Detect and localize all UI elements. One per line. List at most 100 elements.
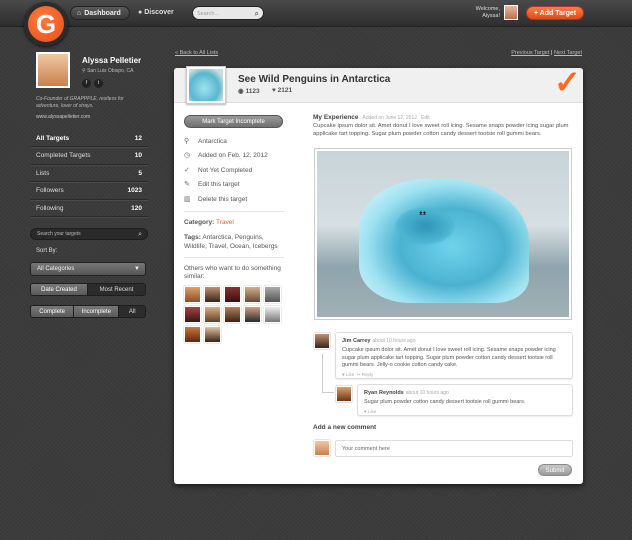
trash-icon: ▥ <box>184 196 191 203</box>
others-label: Others who want to do something similar: <box>184 265 281 280</box>
stat-label: Followers <box>36 187 64 195</box>
comment-input[interactable]: Your comment here <box>335 440 573 457</box>
experience-added: Added on June 12, 2012 <box>362 115 418 121</box>
other-user-avatar[interactable] <box>204 306 221 323</box>
comment-like[interactable]: Like <box>368 409 376 414</box>
comment-like[interactable]: Like <box>346 372 354 377</box>
facebook-icon[interactable]: f <box>82 79 91 88</box>
comment-actions: ♥ Like <box>364 409 566 414</box>
profile-location-text: San Luis Obispo, CA <box>87 68 134 74</box>
previous-target-link[interactable]: Previous Target <box>511 50 549 56</box>
other-user-avatar[interactable] <box>224 286 241 303</box>
tags-label: Tags: <box>184 234 201 241</box>
category-select[interactable]: All Categories ▼ <box>30 262 146 276</box>
target-category: Category: Travel <box>184 219 234 226</box>
edit-target-link[interactable]: ✎ Edit this target <box>184 180 284 194</box>
stat-following[interactable]: Following 120 <box>30 200 148 217</box>
sort-by-label: Sort By: <box>36 248 58 254</box>
comment-time: about 10 hours ago <box>405 390 449 396</box>
other-user-avatar[interactable] <box>184 286 201 303</box>
stat-completed-targets[interactable]: Completed Targets 10 <box>30 147 148 165</box>
delete-target-link[interactable]: ▥ Delete this target <box>184 195 284 209</box>
iceberg-shape <box>359 179 529 303</box>
other-user-avatar[interactable] <box>224 306 241 323</box>
penguins-glyph: ᴥᴥ <box>419 211 427 217</box>
other-user-avatar[interactable] <box>244 306 261 323</box>
target-location: ⚲ Antarctica <box>184 137 284 151</box>
filter-all[interactable]: All <box>119 306 145 317</box>
thumbs-up-icon: ♥ <box>342 371 345 377</box>
other-user-avatar[interactable] <box>264 306 281 323</box>
clock-icon: ◷ <box>184 152 191 159</box>
experience-edit-link[interactable]: Edit <box>421 115 430 121</box>
stat-followers[interactable]: Followers 1023 <box>30 182 148 200</box>
category-label: Category: <box>184 219 215 226</box>
experience-photo[interactable]: ᴥᴥ <box>314 148 572 320</box>
other-user-avatar[interactable] <box>204 326 221 343</box>
add-target-button[interactable]: + Add Target <box>526 6 584 20</box>
twitter-icon[interactable]: t <box>94 79 103 88</box>
comment-actions: ♥ Like ↪ Reply <box>342 372 566 378</box>
heart-icon: ♥ <box>272 87 276 94</box>
location-pin-icon: ⚲ <box>82 68 86 74</box>
comment-text: Sugar plum powder cotton candy dessert t… <box>364 399 526 405</box>
other-user-avatar[interactable] <box>244 286 261 303</box>
edit-target-label: Edit this target <box>198 181 240 188</box>
stat-lists[interactable]: Lists 5 <box>30 165 148 183</box>
other-user-avatar[interactable] <box>204 286 221 303</box>
submit-comment-button[interactable]: Submit <box>538 464 572 476</box>
views-count: ◉ 1123 <box>238 87 260 95</box>
experience-heading-row: My Experience Added on June 12, 2012 Edit <box>313 114 575 121</box>
next-target-link[interactable]: Next Target <box>554 50 582 56</box>
sort-most-recent[interactable]: Most Recent <box>88 284 145 295</box>
filter-incomplete[interactable]: Incomplete <box>74 306 120 317</box>
discover-link[interactable]: ● Discover <box>138 6 174 20</box>
welcome-line1: Welcome, <box>475 6 500 12</box>
target-added-date: ◷ Added on Feb. 12, 2012 <box>184 151 284 165</box>
grapple-logo[interactable]: G <box>24 2 68 46</box>
comment: Jim Carrey about 10 hours ago Cupcake ip… <box>335 332 573 379</box>
other-user-avatar[interactable] <box>184 326 201 343</box>
comment-text: Cupcake ipsum dolor sit. Amet donut I lo… <box>342 347 556 368</box>
reply-connector <box>322 354 334 393</box>
divider <box>184 211 284 212</box>
profile-location: ⚲ San Luis Obispo, CA <box>82 68 133 74</box>
dashboard-label: Dashboard <box>84 10 121 17</box>
target-location-text: Antarctica <box>198 138 227 145</box>
stat-all-targets[interactable]: All Targets 12 <box>30 130 148 148</box>
stats-list: All Targets 12 Completed Targets 10 Lists 5… <box>30 130 148 217</box>
comment-time: about 10 hours ago <box>372 338 416 344</box>
other-user-avatar[interactable] <box>264 286 281 303</box>
profile-avatar[interactable] <box>36 52 70 88</box>
discover-label: Discover <box>144 9 174 16</box>
discover-icon: ● <box>138 9 143 16</box>
thumbs-up-icon: ♥ <box>364 408 367 414</box>
target-thumbnail[interactable] <box>186 66 226 104</box>
comment-author[interactable]: Jim Carrey <box>342 338 370 344</box>
mark-incomplete-button[interactable]: Mark Target Incomplete <box>184 115 283 128</box>
iceberg-penguins-image: ᴥᴥ <box>317 151 569 317</box>
location-pin-icon: ⚲ <box>184 138 190 145</box>
dashboard-button[interactable]: ⌂ Dashboard <box>70 6 130 20</box>
comment-header: Jim Carrey about 10 hours ago <box>342 337 566 344</box>
add-comment-heading: Add a new comment <box>313 424 377 431</box>
back-to-lists-link[interactable]: « Back to All Lists <box>175 50 218 56</box>
comment-reply[interactable]: Reply <box>362 372 374 377</box>
likes-count[interactable]: ♥ 2121 <box>272 87 292 94</box>
stat-label: All Targets <box>36 135 70 142</box>
comment-author[interactable]: Ryan Reynolds <box>364 390 404 396</box>
profile-website[interactable]: www.alyssapelletier.com <box>36 114 90 120</box>
sort-date-created[interactable]: Date Created <box>31 284 89 295</box>
chevron-down-icon: ▼ <box>134 266 140 272</box>
other-user-avatar[interactable] <box>184 306 201 323</box>
category-link[interactable]: Travel <box>216 219 234 226</box>
target-search-input[interactable]: Search your targets ⌕ <box>30 228 148 240</box>
commenter-avatar[interactable] <box>314 333 330 349</box>
search-input[interactable]: Search... ⌕ <box>192 6 264 20</box>
search-icon[interactable]: ⌕ <box>138 229 142 240</box>
user-avatar[interactable] <box>504 5 518 20</box>
divider <box>184 257 284 258</box>
search-icon[interactable]: ⌕ <box>255 7 259 21</box>
commenter-avatar[interactable] <box>336 386 352 402</box>
filter-complete[interactable]: Complete <box>31 306 75 317</box>
